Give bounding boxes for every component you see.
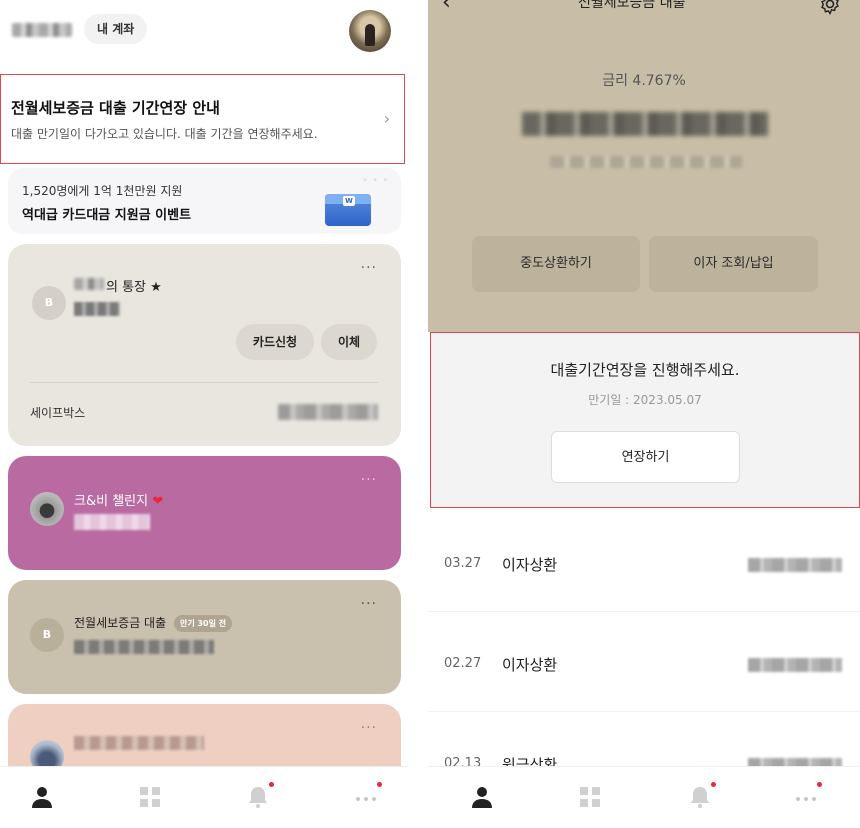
bank-logo-icon: B (32, 286, 66, 320)
challenge-amount-redacted (74, 514, 150, 530)
loan-amount-redacted (522, 112, 768, 136)
interest-rate: 금리 4.767% (602, 73, 686, 89)
account-title: 의 통장 ★ (106, 280, 162, 295)
card-apply-button[interactable]: 카드신청 (236, 324, 314, 360)
loan-card[interactable]: B 전월세보증금 대출 만기 30일 전 ··· (8, 580, 401, 694)
more-icon[interactable]: ··· (361, 260, 377, 276)
due-badge: 만기 30일 전 (173, 615, 233, 632)
heart-icon: ❤ (152, 494, 164, 509)
notification-dot (817, 782, 822, 787)
account-balance-redacted (74, 302, 120, 316)
due-date: 만기일 : 2023.05.07 (588, 393, 702, 407)
my-account-chip[interactable]: 내 계좌 (84, 14, 148, 44)
promo-line1: 1,520명에게 1억 1천만원 지원 (22, 184, 183, 198)
transfer-button[interactable]: 이체 (321, 324, 377, 360)
loan-title-text: 전월세보증금 대출 (74, 616, 167, 630)
screen-gap (408, 0, 428, 828)
grid-icon[interactable] (136, 783, 164, 811)
loan-account-redacted (550, 156, 742, 168)
early-repay-button[interactable]: 중도상환하기 (472, 236, 640, 292)
loan-detail-screen: ‹ 전월세보증금 대출 금리 4.767% 중도상환하기 이자 조회/납입 대출… (428, 0, 860, 828)
bank-logo-icon: B (30, 618, 64, 652)
loan-summary-header: ‹ 전월세보증금 대출 금리 4.767% 중도상환하기 이자 조회/납입 (428, 0, 860, 332)
bottom-tab-bar (0, 766, 408, 828)
savings-title-redacted (74, 736, 204, 750)
gear-icon[interactable] (818, 0, 842, 16)
loan-amount-redacted (74, 640, 214, 654)
notice-subtitle: 대출 만기일이 다가오고 있습니다. 대출 기간을 연장해주세요. (11, 127, 318, 141)
person-icon[interactable] (468, 783, 496, 811)
extend-button[interactable]: 연장하기 (551, 431, 740, 483)
back-icon[interactable]: ‹ (442, 0, 451, 15)
transaction-date: 03.27 (444, 556, 482, 571)
notification-dot (377, 782, 382, 787)
bank-account-card[interactable]: B 의 통장 ★ ··· 카드신청 이체 세이프박스 (8, 244, 401, 446)
savings-card[interactable]: ··· (8, 704, 401, 774)
top-bar: 내 계좌 (0, 0, 408, 66)
challenge-card[interactable]: 크&비 챌린지 ❤ ··· (8, 456, 401, 570)
more-icon[interactable]: ··· (361, 472, 377, 488)
transaction-type: 이자상환 (502, 656, 558, 674)
accounts-screen: 내 계좌 전월세보증금 대출 기간연장 안내 대출 만기일이 다가오고 있습니다… (0, 0, 408, 828)
challenge-title: 크&비 챌린지 ❤ (74, 490, 163, 509)
grid-icon[interactable] (576, 783, 604, 811)
challenge-title-text: 크&비 챌린지 (74, 494, 149, 509)
safebox-balance-redacted (278, 404, 378, 420)
chevron-right-icon: › (383, 109, 390, 128)
bell-icon[interactable] (686, 782, 716, 811)
account-owner-redacted (74, 278, 104, 290)
safebox-label[interactable]: 세이프박스 (30, 404, 85, 421)
transaction-row[interactable]: 03.27 이자상환 (428, 512, 860, 612)
divider (30, 382, 378, 383)
more-icon[interactable]: ··· (361, 720, 377, 736)
loan-title: 전월세보증금 대출 만기 30일 전 (74, 614, 233, 632)
promo-dots: • • • (362, 176, 389, 186)
transaction-date: 02.27 (444, 656, 482, 671)
extension-title: 대출기간연장을 진행해주세요. (550, 361, 740, 379)
user-name-redacted (12, 23, 72, 37)
envelope-gift-icon: W (325, 186, 371, 226)
more-icon[interactable] (352, 782, 382, 811)
transaction-row[interactable]: 02.27 이자상환 (428, 612, 860, 712)
more-icon[interactable] (792, 782, 822, 811)
transaction-type: 이자상환 (502, 556, 558, 574)
transaction-amount-redacted (748, 658, 842, 672)
promo-logo: W (343, 196, 355, 206)
notification-dot (711, 782, 716, 787)
challenge-avatar (30, 492, 64, 526)
promo-banner[interactable]: 1,520명에게 1억 1천만원 지원 역대급 카드대금 지원금 이벤트 • •… (8, 168, 401, 234)
bell-icon[interactable] (244, 782, 274, 811)
profile-avatar[interactable] (349, 10, 391, 52)
person-icon[interactable] (28, 783, 56, 811)
loan-extension-notice[interactable]: 전월세보증금 대출 기간연장 안내 대출 만기일이 다가오고 있습니다. 대출 … (0, 74, 405, 164)
extension-panel: 대출기간연장을 진행해주세요. 만기일 : 2023.05.07 연장하기 (430, 332, 860, 508)
interest-inquiry-button[interactable]: 이자 조회/납입 (649, 236, 818, 292)
notification-dot (269, 782, 274, 787)
more-icon[interactable]: ··· (361, 596, 377, 612)
promo-line2: 역대급 카드대금 지원금 이벤트 (22, 208, 192, 223)
notice-title: 전월세보증금 대출 기간연장 안내 (11, 99, 220, 117)
bottom-tab-bar (428, 766, 860, 828)
page-title: 전월세보증금 대출 (578, 0, 686, 11)
transaction-amount-redacted (748, 558, 842, 572)
